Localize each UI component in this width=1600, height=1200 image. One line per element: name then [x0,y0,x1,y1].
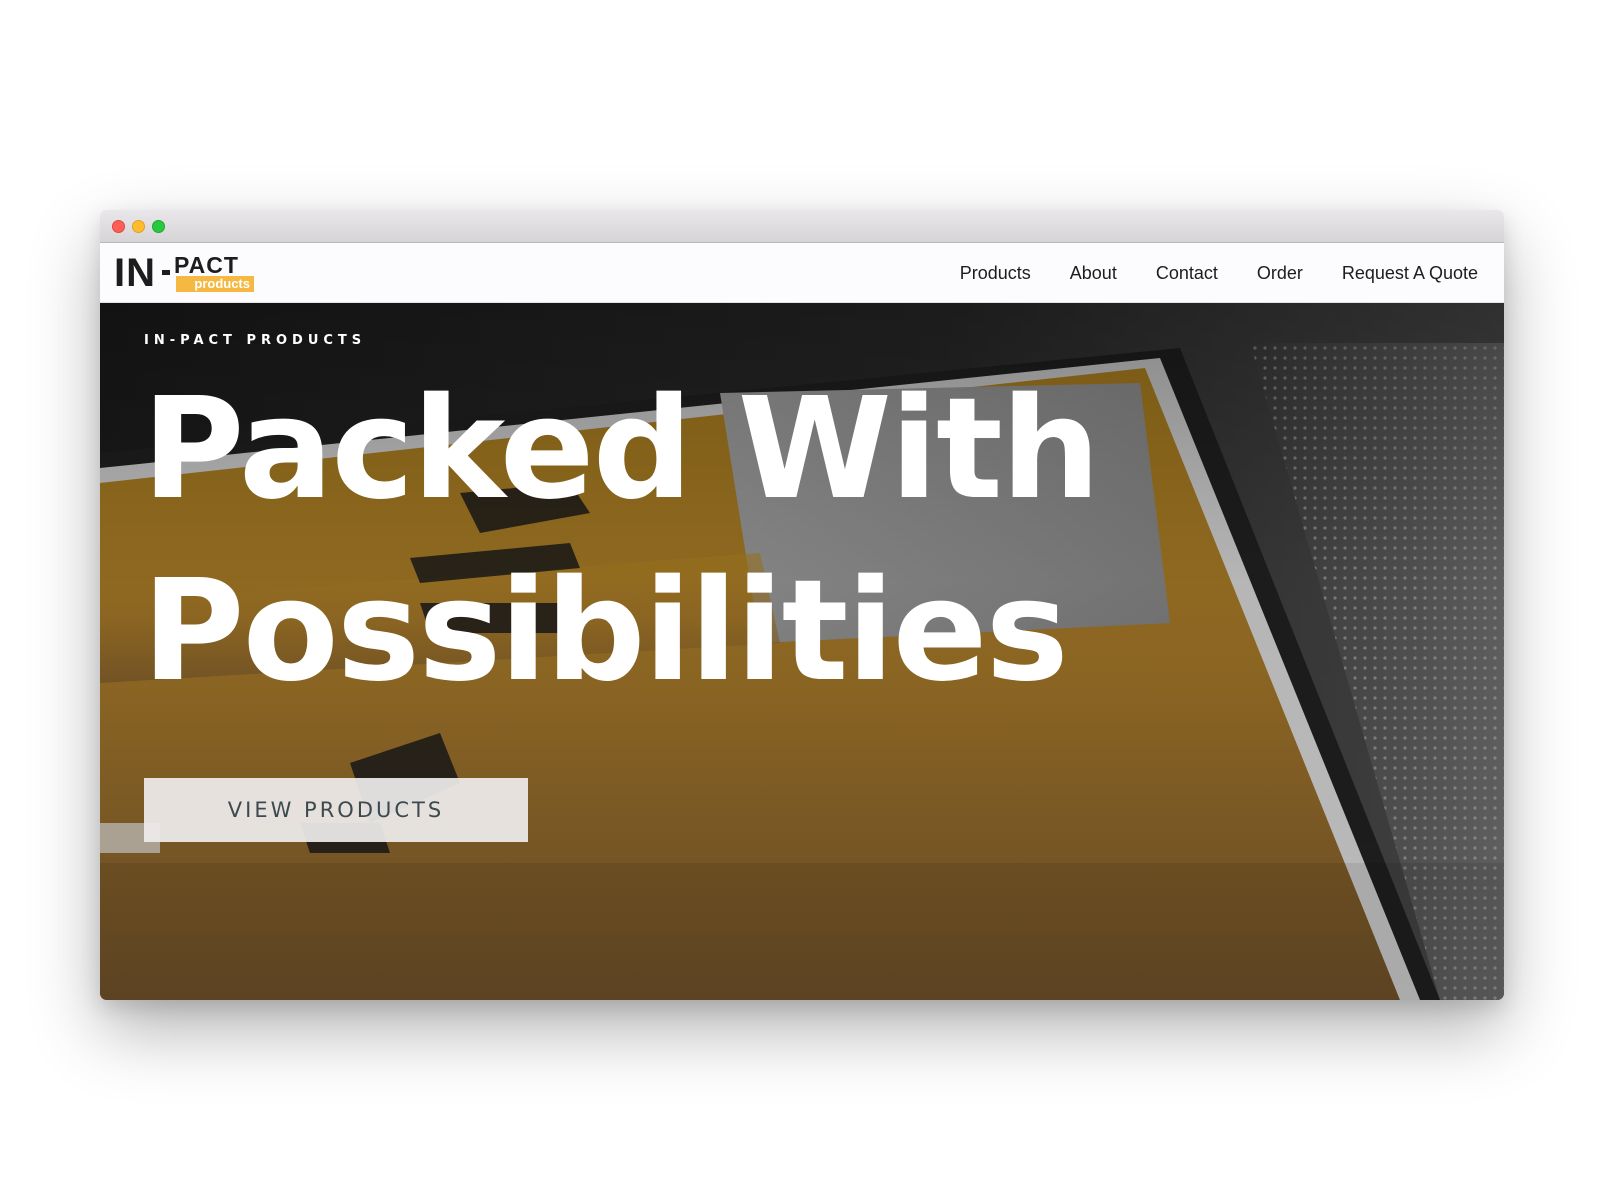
maximize-window-button[interactable] [152,220,165,233]
nav-contact[interactable]: Contact [1156,263,1218,284]
nav-request-quote[interactable]: Request A Quote [1342,263,1478,284]
view-products-button[interactable]: VIEW PRODUCTS [144,778,528,842]
nav-order[interactable]: Order [1257,263,1303,284]
main-nav: Products About Contact Order Request A Q… [960,243,1478,303]
logo-dash [162,270,170,275]
logo-products-tag: products [176,276,254,292]
logo-pact-text: PACT [174,252,239,278]
hero-section: IN-PACT PRODUCTS Packed With Possibiliti… [100,303,1504,1000]
hero-title-line-1: Packed With [142,368,1101,531]
nav-products[interactable]: Products [960,263,1031,284]
hero-kicker: IN-PACT PRODUCTS [144,333,367,348]
nav-about[interactable]: About [1070,263,1117,284]
site-header: IN PACT products Products About Contact … [100,243,1504,303]
close-window-button[interactable] [112,220,125,233]
minimize-window-button[interactable] [132,220,145,233]
window-titlebar [100,210,1504,243]
logo-in-text: IN [114,251,156,295]
browser-window: IN PACT products Products About Contact … [100,210,1504,1000]
site-logo[interactable]: IN PACT products [114,253,254,293]
hero-title-line-2: Possibilities [142,550,1069,713]
hero-title: Packed With Possibilities [142,359,1242,723]
